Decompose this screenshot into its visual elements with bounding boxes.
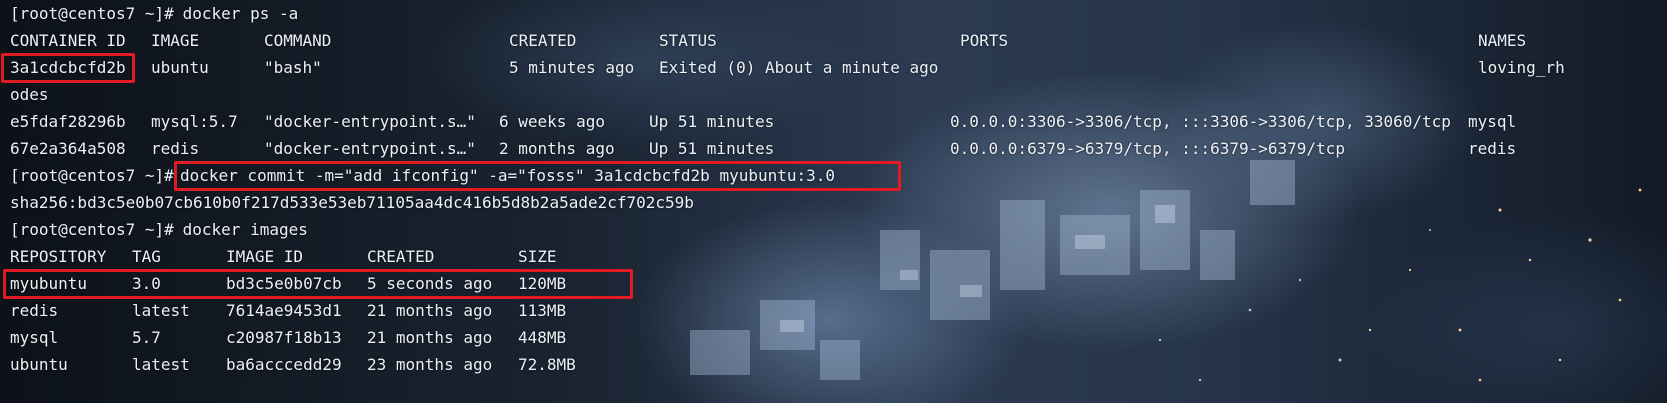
image-size: 113MB: [518, 301, 567, 320]
col-image: IMAGE: [151, 31, 200, 50]
prompt-line: [root@centos7 ~]# docker images: [10, 216, 308, 244]
container-ports: 0.0.0.0:3306->3306/tcp, :::3306->3306/tc…: [950, 112, 1451, 131]
highlight-container-id: [1, 53, 135, 83]
ps-row-wrap: odes: [10, 81, 68, 109]
container-id: e5fdaf28296b: [10, 112, 126, 131]
prompt: [root@centos7 ~]#: [10, 166, 174, 185]
container-command: "bash": [264, 58, 322, 77]
image-tag: latest: [132, 355, 190, 374]
image-repository: mysql: [10, 328, 59, 347]
container-command: "docker-entrypoint.s…": [264, 112, 476, 131]
col-repository: REPOSITORY: [10, 247, 107, 266]
image-row: ubuntu latest ba6acccedd29 23 months ago…: [10, 351, 576, 379]
container-ports: 0.0.0.0:6379->6379/tcp, :::6379->6379/tc…: [950, 139, 1345, 158]
command-text: docker ps -a: [173, 4, 299, 23]
col-created: CREATED: [367, 247, 435, 266]
container-name-wrap: odes: [10, 85, 49, 104]
ps-header-row: CONTAINER ID IMAGE COMMAND CREATED STATU…: [10, 27, 1526, 55]
image-repository: ubuntu: [10, 355, 68, 374]
col-container-id: CONTAINER ID: [10, 31, 126, 50]
image-created: 21 months ago: [367, 301, 493, 320]
ps-row: e5fdaf28296b mysql:5.7 "docker-entrypoin…: [10, 108, 1516, 136]
image-size: 448MB: [518, 328, 567, 347]
container-id: 67e2a364a508: [10, 139, 126, 158]
terminal-output: [root@centos7 ~]# docker ps -a CONTAINER…: [0, 0, 1667, 403]
ps-row: 67e2a364a508 redis "docker-entrypoint.s……: [10, 135, 1516, 163]
terminal-window[interactable]: [root@centos7 ~]# docker ps -a CONTAINER…: [0, 0, 1667, 403]
highlight-commit-command: [174, 161, 901, 191]
container-status: Up 51 minutes: [649, 139, 775, 158]
col-names: NAMES: [1478, 31, 1527, 50]
col-size: SIZE: [518, 247, 557, 266]
commit-output: sha256:bd3c5e0b07cb610b0f217d533e53eb711…: [10, 189, 694, 217]
command-text: docker images: [173, 220, 308, 239]
col-status: STATUS: [659, 31, 717, 50]
prompt: [root@centos7 ~]#: [10, 4, 174, 23]
image-row: mysql 5.7 c20987f18b13 21 months ago 448…: [10, 324, 566, 352]
prompt-line: [root@centos7 ~]# docker ps -a: [10, 0, 298, 28]
image-repository: redis: [10, 301, 59, 320]
container-created: 2 months ago: [499, 139, 615, 158]
image-id: 7614ae9453d1: [226, 301, 342, 320]
image-created: 21 months ago: [367, 328, 493, 347]
col-ports: PORTS: [960, 31, 1009, 50]
image-created: 23 months ago: [367, 355, 493, 374]
col-image-id: IMAGE ID: [226, 247, 304, 266]
image-sha: sha256:bd3c5e0b07cb610b0f217d533e53eb711…: [10, 193, 694, 212]
container-command: "docker-entrypoint.s…": [264, 139, 476, 158]
image-id: c20987f18b13: [226, 328, 342, 347]
container-created: 5 minutes ago: [509, 58, 635, 77]
container-name: redis: [1468, 139, 1517, 158]
container-status: Exited (0) About a minute ago: [659, 58, 939, 77]
image-tag: latest: [132, 301, 190, 320]
image-id: ba6acccedd29: [226, 355, 342, 374]
container-image: mysql:5.7: [151, 112, 238, 131]
prompt-line: [root@centos7 ~]# docker commit -m="add …: [10, 162, 835, 190]
highlight-new-image-row: [3, 269, 633, 299]
container-image: redis: [151, 139, 200, 158]
container-name: loving_rh: [1478, 58, 1565, 77]
container-created: 6 weeks ago: [499, 112, 605, 131]
image-size: 72.8MB: [518, 355, 576, 374]
images-header-row: REPOSITORY TAG IMAGE ID CREATED SIZE: [10, 243, 557, 271]
col-tag: TAG: [132, 247, 161, 266]
prompt: [root@centos7 ~]#: [10, 220, 174, 239]
col-command: COMMAND: [264, 31, 332, 50]
container-image: ubuntu: [151, 58, 209, 77]
image-tag: 5.7: [132, 328, 161, 347]
col-created: CREATED: [509, 31, 577, 50]
container-name: mysql: [1468, 112, 1517, 131]
image-row: redis latest 7614ae9453d1 21 months ago …: [10, 297, 566, 325]
container-status: Up 51 minutes: [649, 112, 775, 131]
